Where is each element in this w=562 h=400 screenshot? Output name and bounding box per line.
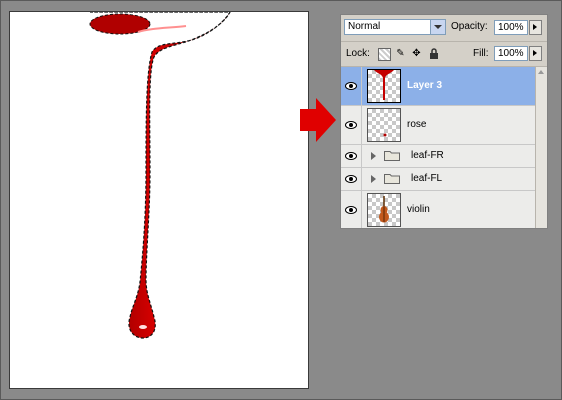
layer-row-violin[interactable]: violin [341, 191, 536, 228]
group-name: leaf-FL [411, 173, 443, 184]
right-arrow-icon [300, 98, 336, 142]
visibility-eye-icon[interactable] [341, 106, 362, 144]
visibility-eye-icon[interactable] [341, 67, 362, 105]
visibility-eye-icon[interactable] [341, 168, 362, 190]
fill-slider-button[interactable] [529, 46, 542, 61]
lock-all-icon[interactable] [428, 48, 439, 59]
layer-row-layer-3[interactable]: Layer 3 [341, 67, 536, 106]
layer-name: rose [407, 119, 427, 130]
layer-group-leaf-fr[interactable]: leaf-FR [341, 145, 536, 168]
lock-move-icon[interactable]: ✥ [411, 48, 422, 59]
fill-label: Fill: [473, 48, 489, 59]
lock-label: Lock: [346, 48, 370, 59]
visibility-eye-icon[interactable] [341, 145, 362, 167]
opacity-slider-button[interactable] [529, 20, 542, 35]
red-drip-artwork [89, 12, 231, 339]
group-name: leaf-FR [411, 150, 444, 161]
fill-field[interactable]: 100% [494, 46, 528, 61]
blend-mode-select[interactable]: Normal [344, 19, 446, 35]
layers-scrollbar[interactable] [535, 67, 547, 228]
document-canvas[interactable] [9, 11, 309, 389]
rose-thumbnail [367, 108, 401, 142]
layer-row-rose[interactable]: rose [341, 106, 536, 145]
layer-name: Layer 3 [407, 80, 443, 91]
folder-icon [384, 151, 400, 161]
red-drip-thumbnail [367, 69, 401, 103]
blend-mode-value: Normal [348, 21, 381, 32]
chevron-down-icon[interactable] [430, 20, 445, 34]
layer-group-leaf-fl[interactable]: leaf-FL [341, 168, 536, 191]
lock-brush-icon[interactable]: ✎ [395, 48, 406, 59]
opacity-field[interactable]: 100% [494, 20, 528, 35]
layers-list: Layer 3 rose leaf-FR leaf-FL violin [341, 67, 536, 228]
lock-fill-row: Lock: ✎ ✥ Fill: 100% [341, 42, 547, 67]
opacity-label: Opacity: [451, 21, 488, 32]
expand-triangle-icon[interactable] [371, 152, 376, 160]
layers-panel: Normal Opacity: 100% Lock: ✎ ✥ Fill: 100… [340, 14, 548, 229]
layer-name: violin [407, 204, 430, 215]
visibility-eye-icon[interactable] [341, 191, 362, 228]
folder-icon [384, 174, 400, 184]
lock-transparency-icon[interactable] [378, 48, 391, 61]
scroll-up-arrow-icon[interactable] [536, 67, 547, 78]
blend-opacity-row: Normal Opacity: 100% [341, 15, 547, 42]
expand-triangle-icon[interactable] [371, 175, 376, 183]
violin-thumbnail [367, 193, 401, 227]
